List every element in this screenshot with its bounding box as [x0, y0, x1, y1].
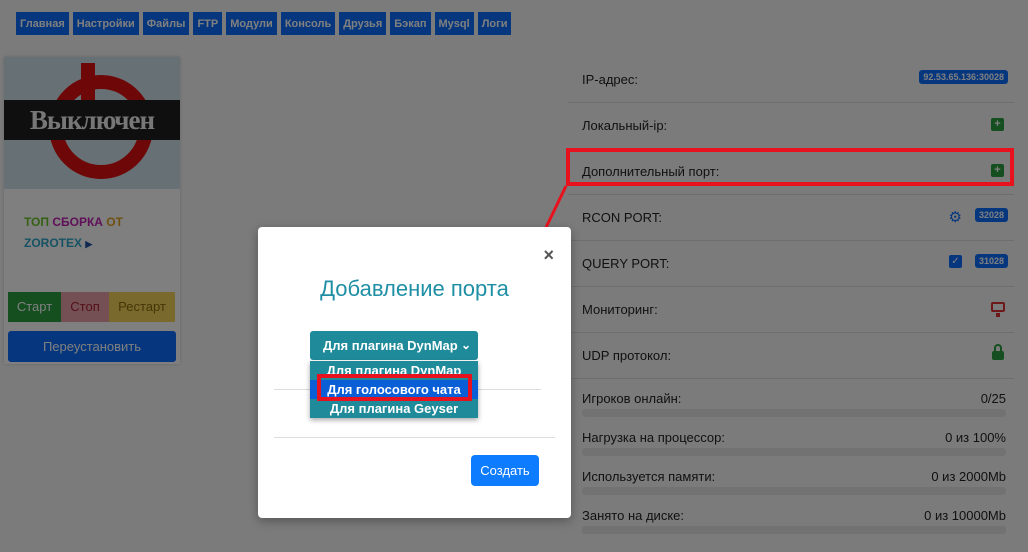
- port-type-select[interactable]: Для плагина DynMap ⌄: [310, 331, 478, 360]
- divider: [274, 437, 555, 438]
- port-type-selected: Для плагина DynMap: [323, 338, 458, 353]
- close-icon[interactable]: ×: [543, 245, 554, 266]
- annotation-option-highlight: [317, 374, 472, 401]
- add-port-modal: × Добавление порта Для плагина DynMap ⌄ …: [258, 227, 571, 518]
- chevron-down-icon: ⌄: [460, 338, 471, 352]
- create-button[interactable]: Создать: [471, 455, 539, 486]
- option-geyser[interactable]: Для плагина Geyser: [310, 399, 478, 418]
- modal-title: Добавление порта: [320, 276, 509, 301]
